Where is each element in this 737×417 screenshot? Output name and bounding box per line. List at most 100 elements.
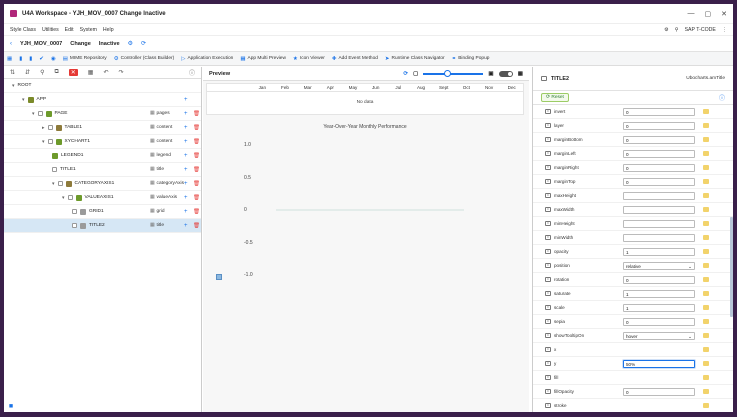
- activate-icon[interactable]: ⚙: [128, 40, 133, 47]
- binding-folder-icon[interactable]: [703, 221, 709, 226]
- add-child-icon[interactable]: +: [184, 167, 188, 173]
- add-child-icon[interactable]: +: [184, 153, 188, 159]
- tree-row-checkbox[interactable]: [37, 111, 43, 116]
- tree-row[interactable]: ▾ XYCHART1 ▦ content + 🗑: [4, 135, 201, 149]
- add-child-icon[interactable]: +: [184, 209, 188, 215]
- binding-folder-icon[interactable]: [703, 123, 709, 128]
- copy-icon[interactable]: ⧉: [54, 69, 58, 76]
- property-input[interactable]: 1: [623, 247, 695, 256]
- property-input[interactable]: 0: [623, 107, 695, 116]
- property-input[interactable]: 0: [623, 121, 695, 130]
- tree-row-checkbox[interactable]: [57, 181, 63, 186]
- property-select[interactable]: hover ⌄: [623, 331, 695, 340]
- expand-arrow-icon[interactable]: ▾: [62, 195, 65, 201]
- property-select[interactable]: relative ⌄: [623, 261, 695, 270]
- binding-folder-icon[interactable]: [703, 347, 709, 352]
- save-all-icon[interactable]: ▮: [29, 56, 32, 62]
- back-icon[interactable]: ‹: [10, 41, 12, 47]
- tree-row-checkbox[interactable]: [72, 223, 77, 228]
- expand-arrow-icon[interactable]: ▾: [12, 83, 15, 89]
- sap-tcode-label[interactable]: SAP T-CODE: [685, 27, 716, 33]
- preview-toggle[interactable]: [498, 70, 513, 77]
- search-icon[interactable]: ⚲: [675, 27, 679, 33]
- menu-item-utilities[interactable]: Utilities: [42, 27, 59, 33]
- binding-folder-icon[interactable]: [703, 403, 709, 408]
- toolbar-runtime-class-navigator-button[interactable]: ➤ Runtime Class Navigator: [385, 56, 445, 62]
- check-icon[interactable]: ✔: [39, 56, 44, 62]
- property-input[interactable]: 0: [623, 387, 695, 396]
- delete-node-icon[interactable]: 🗑: [193, 195, 200, 201]
- menu-item-system[interactable]: System: [80, 27, 97, 33]
- redo-icon[interactable]: ↷: [119, 69, 124, 76]
- tree-row[interactable]: TITLE1 ▦ title + 🗑: [4, 163, 201, 177]
- delete-node-icon[interactable]: 🗑: [193, 181, 200, 187]
- tree-row[interactable]: ▾ CATEGORYAXIS1 ▦ categoryAxis + 🗑: [4, 177, 201, 191]
- preview-selection-handle[interactable]: [216, 274, 222, 280]
- property-input[interactable]: 0: [623, 163, 695, 172]
- property-input[interactable]: [623, 233, 695, 242]
- tree-row[interactable]: ▾ APP +: [4, 93, 201, 107]
- collapse-all-icon[interactable]: ⇵: [25, 69, 30, 76]
- property-input[interactable]: 0: [623, 275, 695, 284]
- toolbar-icon-viewer-button[interactable]: ★ Icon Viewer: [293, 56, 325, 62]
- delete-node-icon[interactable]: 🗑: [193, 139, 200, 145]
- add-child-icon[interactable]: +: [184, 97, 188, 103]
- add-child-icon[interactable]: +: [184, 223, 188, 229]
- toolbar-app-multi-preview-button[interactable]: ▦ App Multi Preview: [240, 56, 286, 62]
- binding-folder-icon[interactable]: [703, 165, 709, 170]
- binding-folder-icon[interactable]: [703, 151, 709, 156]
- binding-folder-icon[interactable]: [703, 375, 709, 380]
- expand-arrow-icon[interactable]: ▾: [42, 139, 45, 145]
- binding-folder-icon[interactable]: [703, 277, 709, 282]
- refresh-preview-icon[interactable]: ⟳: [403, 71, 408, 77]
- tree-row-checkbox[interactable]: [52, 167, 57, 172]
- tree-row-checkbox[interactable]: [47, 125, 53, 130]
- more-icon[interactable]: ⋮: [722, 27, 727, 33]
- maximize-icon[interactable]: ▢: [705, 10, 712, 18]
- property-input[interactable]: [623, 205, 695, 214]
- binding-folder-icon[interactable]: [703, 109, 709, 114]
- bottom-app-icon[interactable]: ■: [4, 400, 18, 412]
- toolbar-application-execution-button[interactable]: ▷ Application Execution: [181, 56, 233, 62]
- tree-row[interactable]: TITLE2 ▦ title + 🗑: [4, 219, 201, 233]
- expand-arrow-icon[interactable]: ▸: [42, 125, 45, 131]
- toolbar-mime-repository-button[interactable]: ▤ MIME Repository: [63, 56, 107, 62]
- expand-arrow-icon[interactable]: ▾: [32, 111, 35, 117]
- delete-node-icon[interactable]: 🗑: [193, 209, 200, 215]
- delete-node-icon[interactable]: 🗑: [193, 125, 200, 131]
- property-input[interactable]: 50%: [623, 359, 695, 368]
- tree-row[interactable]: ▸ TABLE1 ▦ content + 🗑: [4, 121, 201, 135]
- paste-icon[interactable]: ▦: [88, 69, 94, 76]
- binding-folder-icon[interactable]: [703, 193, 709, 198]
- properties-help-icon[interactable]: ⓘ: [719, 93, 725, 102]
- delete-node-icon[interactable]: 🗑: [193, 111, 200, 117]
- help-icon[interactable]: ⓘ: [189, 68, 195, 77]
- delete-node-icon[interactable]: 🗑: [193, 223, 200, 229]
- binding-folder-icon[interactable]: [703, 263, 709, 268]
- add-child-icon[interactable]: +: [184, 181, 188, 187]
- tree-row-checkbox[interactable]: [72, 209, 77, 214]
- tree-row[interactable]: ▾ PAGE ▦ pages + 🗑: [4, 107, 201, 121]
- property-input[interactable]: [623, 191, 695, 200]
- tree-row[interactable]: GRID1 ▦ grid + 🗑: [4, 205, 201, 219]
- menu-item-edit[interactable]: Edit: [65, 27, 74, 33]
- binding-folder-icon[interactable]: [703, 361, 709, 366]
- toolbar-add-event-method-button[interactable]: ✚ Add Event Method: [332, 56, 378, 62]
- expand-arrow-icon[interactable]: ▾: [52, 181, 55, 187]
- property-input[interactable]: 1: [623, 303, 695, 312]
- property-input[interactable]: 0: [623, 149, 695, 158]
- toolbar-controller-class-builder-button[interactable]: ⚙ Controller (Class Builder): [114, 56, 175, 62]
- zoom-slider-knob[interactable]: [444, 69, 452, 77]
- add-child-icon[interactable]: +: [184, 195, 188, 201]
- expand-arrow-icon[interactable]: ▾: [22, 97, 25, 103]
- save-icon[interactable]: ▮: [19, 56, 22, 62]
- binding-folder-icon[interactable]: [703, 319, 709, 324]
- delete-node-icon[interactable]: 🗑: [193, 167, 200, 173]
- zoom-out-icon[interactable]: ▢: [413, 71, 418, 77]
- delete-node-icon[interactable]: 🗑: [193, 153, 200, 159]
- delete-icon[interactable]: ✕: [68, 69, 78, 76]
- property-input[interactable]: 0: [623, 177, 695, 186]
- undo-icon[interactable]: ↶: [103, 69, 108, 76]
- binding-folder-icon[interactable]: [703, 291, 709, 296]
- fullscreen-icon[interactable]: ▦: [518, 71, 523, 77]
